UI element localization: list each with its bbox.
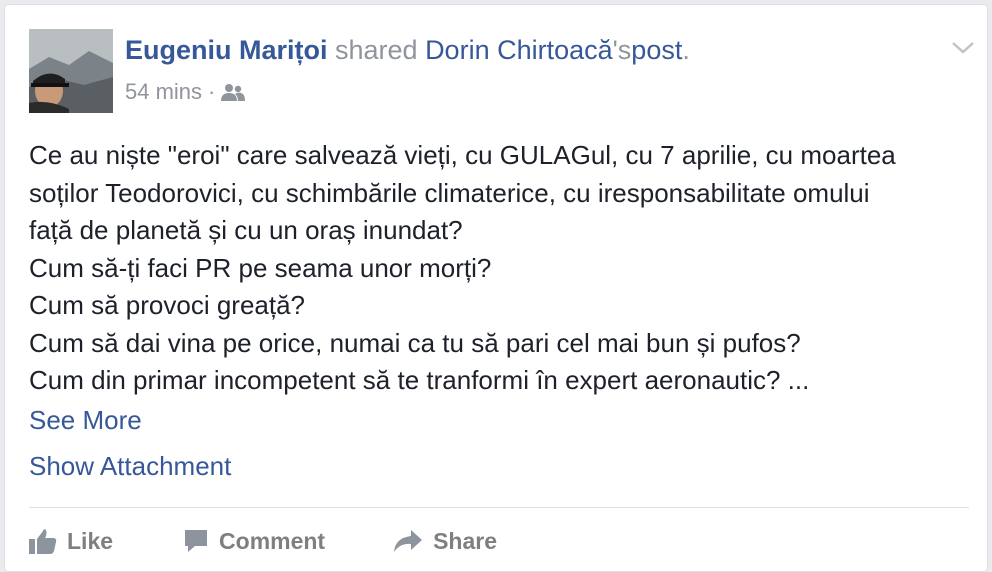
post-text-line: Cum să dai vina pe orice, numai ca tu să… xyxy=(29,327,801,358)
post-text-line: față de planetă și cu un oraș inundat? xyxy=(29,215,463,245)
share-button[interactable]: Share xyxy=(393,528,497,555)
post-text-line: Cum să-ți faci PR pe seama unor morți? xyxy=(29,252,492,283)
shared-text: shared xyxy=(327,35,426,65)
possessive-text: 's xyxy=(612,35,632,65)
share-arrow-icon xyxy=(394,530,423,552)
comment-icon xyxy=(185,530,208,552)
post-text-line: Cum din primar incompetent să te tranfor… xyxy=(29,365,810,395)
thumbs-up-icon xyxy=(29,529,57,554)
share-label: Share xyxy=(433,527,498,554)
like-label: Like xyxy=(67,527,114,554)
friends-icon[interactable] xyxy=(221,82,246,102)
post-text-line: Cum să provoci greață? xyxy=(29,290,306,320)
post-text-line: soților Teodorovici, cu schimbările clim… xyxy=(29,177,870,208)
post-text: Ce au niște "eroi" care salvează vieți, … xyxy=(29,137,979,400)
comment-label: Comment xyxy=(219,527,326,554)
show-attachment-link[interactable]: Show Attachment xyxy=(29,449,231,483)
post-header: Eugeniu Marițoi shared Dorin Chirtoacă's… xyxy=(125,33,690,67)
avatar-photo xyxy=(29,29,113,113)
avatar[interactable] xyxy=(29,29,113,113)
post-meta: 54 mins · xyxy=(125,77,246,107)
author-name-link[interactable]: Eugeniu Marițoi xyxy=(125,35,328,65)
comment-button[interactable]: Comment xyxy=(183,528,325,555)
original-author-link[interactable]: Dorin Chirtoacă xyxy=(425,35,613,65)
chevron-down-icon[interactable] xyxy=(949,37,977,57)
post-text-line: Ce au niște "eroi" care salvează vieți, … xyxy=(29,140,896,170)
original-post-link[interactable]: post xyxy=(631,35,682,65)
see-more-link[interactable]: See More xyxy=(29,403,142,437)
action-bar: Like Comment Share xyxy=(29,519,497,563)
period-text: . xyxy=(682,35,690,65)
like-button[interactable]: Like xyxy=(29,528,113,555)
post-card: Eugeniu Marițoi shared Dorin Chirtoacă's… xyxy=(4,4,988,572)
meta-separator: · xyxy=(208,79,216,104)
divider xyxy=(29,507,969,508)
timestamp-link[interactable]: 54 mins xyxy=(125,77,202,107)
